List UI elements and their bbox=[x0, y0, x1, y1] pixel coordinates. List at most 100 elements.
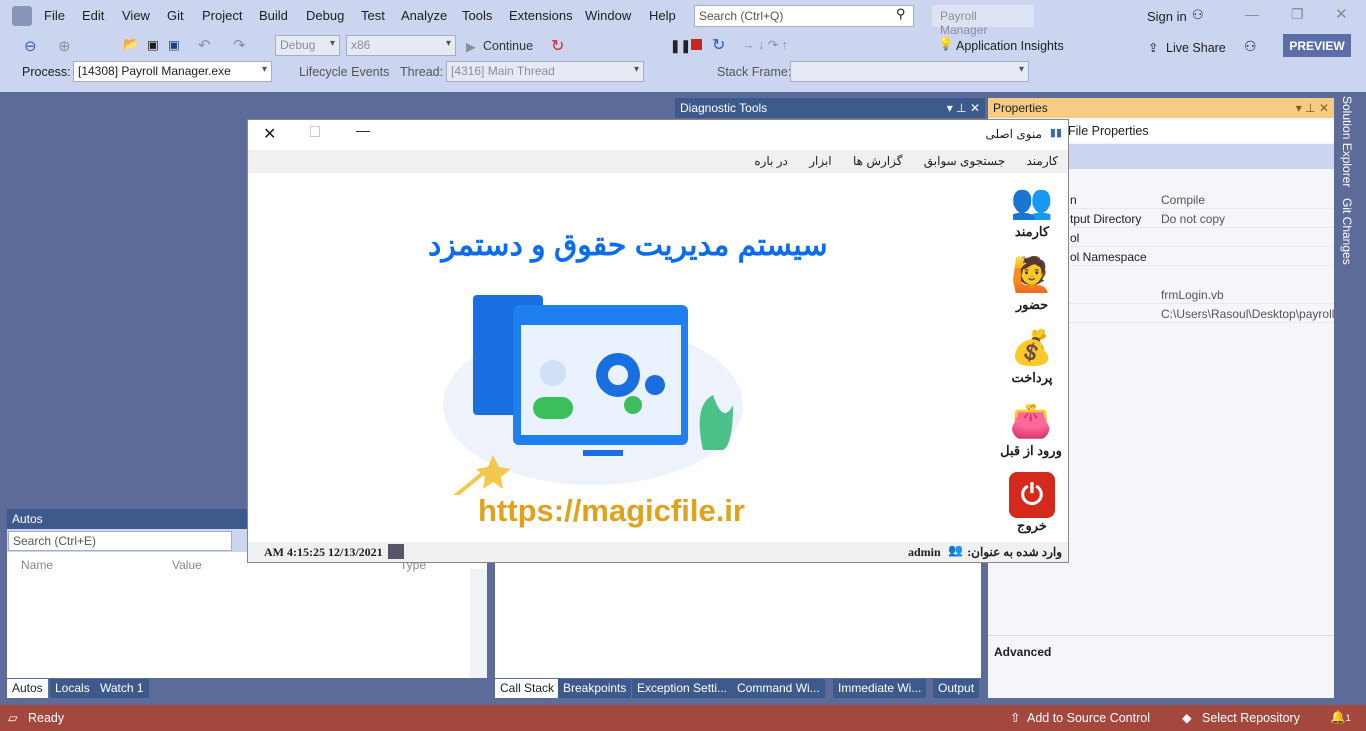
repository-icon: ◆ bbox=[1182, 711, 1192, 725]
payroll-main-window: ✕ — منوی اصلی ▮▮ کارمند جستجوی سوابق گزا… bbox=[247, 119, 1069, 563]
feedback-icon[interactable]: ⚇ bbox=[1244, 38, 1257, 55]
app-menu-tools[interactable]: ابزار bbox=[809, 154, 831, 168]
hot-reload-icon[interactable]: ↻ bbox=[551, 36, 564, 56]
menu-project[interactable]: Project bbox=[202, 8, 242, 23]
call-stack-panel bbox=[495, 560, 981, 678]
autos-search-input[interactable]: Search (Ctrl+E) bbox=[8, 531, 232, 551]
ide-header: File Edit View Git Project Build Debug T… bbox=[0, 0, 1366, 92]
stop-icon[interactable] bbox=[691, 39, 702, 50]
logged-in-label: وارد شده به عنوان: bbox=[967, 545, 1062, 559]
property-value[interactable]: frmLogin.vb bbox=[1161, 288, 1224, 302]
side-button-attendance[interactable]: 🙋 حضور bbox=[1002, 253, 1062, 313]
tab-output[interactable]: Output bbox=[933, 679, 980, 698]
minimize-button[interactable]: — bbox=[1245, 6, 1259, 22]
platform-select[interactable]: x86 bbox=[346, 35, 456, 56]
status-ready: Ready bbox=[28, 711, 65, 725]
tab-watch-1[interactable]: Watch 1 bbox=[95, 679, 149, 698]
thread-label: Thread: bbox=[400, 65, 444, 79]
menu-help[interactable]: Help bbox=[649, 8, 676, 23]
menu-view[interactable]: View bbox=[122, 8, 150, 23]
app-maximize-button[interactable] bbox=[310, 126, 320, 137]
menu-window[interactable]: Window bbox=[585, 8, 631, 23]
menu-edit[interactable]: Edit bbox=[82, 8, 104, 23]
app-close-button[interactable]: ✕ bbox=[263, 124, 276, 144]
menu-extensions[interactable]: Extensions bbox=[509, 8, 573, 23]
menu-file[interactable]: File bbox=[44, 8, 65, 23]
app-menu-employee[interactable]: کارمند bbox=[1026, 154, 1058, 168]
tab-breakpoints[interactable]: Breakpoints bbox=[558, 679, 632, 698]
forward-icon[interactable]: ⊕ bbox=[58, 37, 71, 55]
user-group-icon: 👥 bbox=[948, 543, 963, 557]
restore-button[interactable]: ❐ bbox=[1291, 6, 1304, 23]
side-label: ورود از قبل bbox=[1000, 443, 1062, 458]
scrollbar[interactable] bbox=[470, 569, 487, 678]
undo-icon[interactable]: ↶ bbox=[198, 36, 211, 54]
employees-icon: 👥 bbox=[1010, 183, 1054, 221]
app-menu-reports[interactable]: گزارش ها bbox=[853, 154, 902, 168]
menu-git[interactable]: Git bbox=[167, 8, 184, 23]
app-menu-search-records[interactable]: جستجوی سوابق bbox=[924, 154, 1005, 168]
app-minimize-button[interactable]: — bbox=[356, 122, 370, 138]
app-menu-about[interactable]: در باره bbox=[754, 154, 788, 168]
process-select[interactable]: [14308] Payroll Manager.exe bbox=[73, 61, 272, 82]
select-repository-button[interactable]: Select Repository bbox=[1202, 711, 1300, 725]
property-value[interactable]: Compile bbox=[1161, 193, 1205, 207]
stack-frame-label: Stack Frame: bbox=[717, 65, 792, 79]
close-button[interactable]: ✕ bbox=[1335, 5, 1348, 23]
side-label: کارمند bbox=[1014, 224, 1050, 239]
menu-debug[interactable]: Debug bbox=[306, 8, 344, 23]
menu-test[interactable]: Test bbox=[361, 8, 385, 23]
application-insights-button[interactable]: Application Insights bbox=[956, 39, 1064, 53]
clock-icon bbox=[388, 544, 404, 559]
tab-call-stack[interactable]: Call Stack bbox=[495, 679, 560, 698]
search-input[interactable]: Search (Ctrl+Q) bbox=[694, 5, 914, 27]
menu-analyze[interactable]: Analyze bbox=[401, 8, 447, 23]
preview-button[interactable]: PREVIEW bbox=[1283, 34, 1351, 57]
tab-exception-settings[interactable]: Exception Setti... bbox=[632, 679, 733, 698]
menu-tools[interactable]: Tools bbox=[462, 8, 492, 23]
sign-in-link[interactable]: Sign in bbox=[1147, 9, 1187, 24]
panel-controls[interactable]: ▾ ⊥ ✕ bbox=[947, 101, 980, 115]
app-title: منوی اصلی bbox=[985, 127, 1042, 141]
restart-icon[interactable]: ↻ bbox=[712, 35, 725, 55]
live-share-button[interactable]: Live Share bbox=[1166, 41, 1226, 55]
panel-controls[interactable]: ▾ ⊥ ✕ bbox=[1296, 101, 1329, 115]
property-name: ol bbox=[1070, 231, 1080, 245]
configuration-select[interactable]: Debug bbox=[275, 35, 340, 56]
power-icon: ⏻ bbox=[1009, 472, 1055, 518]
notification-bell-icon[interactable]: 🔔1 bbox=[1330, 710, 1351, 725]
side-button-exit[interactable]: ⏻ خروج bbox=[1002, 472, 1062, 534]
open-icon[interactable]: 📂 bbox=[123, 37, 139, 52]
redo-icon[interactable]: ↷ bbox=[233, 36, 246, 54]
pause-icon[interactable]: ❚❚ bbox=[670, 38, 691, 53]
side-label: خروج bbox=[1017, 518, 1047, 533]
properties-title: Properties bbox=[993, 101, 1048, 115]
property-name: tput Directory bbox=[1070, 212, 1142, 226]
stack-frame-select[interactable] bbox=[790, 61, 1029, 82]
tab-immediate-window[interactable]: Immediate Wi... bbox=[833, 679, 927, 698]
column-header-value[interactable]: Value bbox=[172, 558, 202, 572]
app-url[interactable]: https://magicfile.ir bbox=[478, 493, 745, 529]
back-icon[interactable]: ⊖ bbox=[24, 37, 37, 55]
tab-command-window[interactable]: Command Wi... bbox=[732, 679, 825, 698]
thread-select[interactable]: [4316] Main Thread bbox=[446, 61, 644, 82]
side-tab-solution-explorer[interactable]: Solution Explorer bbox=[1340, 96, 1354, 187]
notification-count: 1 bbox=[1345, 713, 1351, 723]
menu-build[interactable]: Build bbox=[259, 8, 288, 23]
side-button-payment[interactable]: 💰 پرداخت bbox=[1002, 326, 1062, 386]
side-tab-git-changes[interactable]: Git Changes bbox=[1340, 198, 1354, 265]
tab-autos[interactable]: Autos bbox=[7, 679, 48, 698]
side-button-employee[interactable]: 👥 کارمند bbox=[1002, 180, 1062, 240]
side-button-previous-login[interactable]: 👛 ورود از قبل bbox=[996, 399, 1066, 459]
lifecycle-events-button[interactable]: Lifecycle Events bbox=[299, 65, 389, 79]
column-header-name[interactable]: Name bbox=[21, 558, 53, 572]
property-value[interactable]: Do not copy bbox=[1161, 212, 1225, 226]
save-icon[interactable]: ▣ bbox=[147, 37, 159, 52]
tab-locals[interactable]: Locals bbox=[50, 679, 95, 698]
save-all-icon[interactable]: ▣ bbox=[168, 37, 180, 52]
continue-button[interactable]: Continue bbox=[483, 39, 533, 53]
add-to-source-control-button[interactable]: Add to Source Control bbox=[1027, 711, 1150, 725]
property-value[interactable]: C:\Users\Rasoul\Desktop\payroll bbox=[1161, 307, 1334, 321]
step-icons[interactable]: → ↓ ↷ ↑ bbox=[742, 37, 788, 52]
payment-icon: 💰 bbox=[1010, 329, 1054, 367]
